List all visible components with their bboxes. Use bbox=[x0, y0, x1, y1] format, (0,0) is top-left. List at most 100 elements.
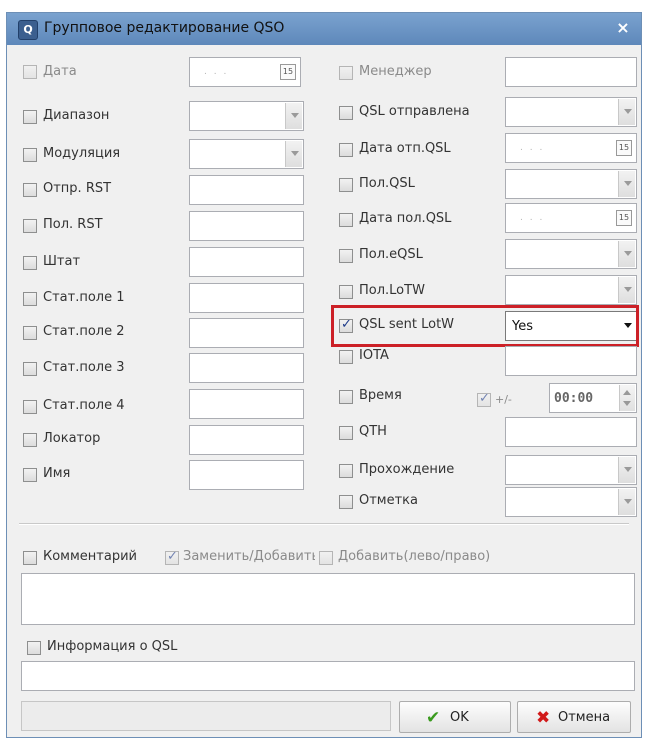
chevron-down-icon bbox=[624, 323, 632, 328]
iota-input[interactable] bbox=[505, 346, 637, 376]
lotw-rcvd-checkbox[interactable] bbox=[339, 285, 353, 299]
qth-label: QTH bbox=[359, 424, 387, 439]
qth-input[interactable] bbox=[505, 417, 637, 447]
ok-button[interactable]: ✔ OK bbox=[399, 701, 511, 733]
chevron-down-icon bbox=[291, 151, 299, 156]
iota-checkbox[interactable] bbox=[339, 350, 353, 364]
add-left-right-label: Добавить(лево/право) bbox=[338, 549, 491, 564]
manager-checkbox[interactable] bbox=[339, 66, 353, 80]
qsl-rcvd-date-checkbox[interactable] bbox=[339, 213, 353, 227]
chevron-down-icon bbox=[624, 287, 632, 292]
stat-field-1-checkbox[interactable] bbox=[23, 292, 37, 306]
qsl-info-input[interactable] bbox=[21, 661, 635, 691]
stat-field-2-label: Стат.поле 2 bbox=[43, 324, 125, 339]
chevron-down-icon bbox=[624, 251, 632, 256]
qsl-rcvd-checkbox[interactable] bbox=[339, 178, 353, 192]
comment-label: Комментарий bbox=[43, 549, 137, 564]
cancel-button[interactable]: ✖ Отмена bbox=[517, 701, 631, 733]
comment-textarea[interactable] bbox=[21, 573, 635, 625]
manager-input[interactable] bbox=[505, 57, 637, 87]
qsl-rcvd-select[interactable] bbox=[505, 169, 637, 199]
time-offset-checkbox[interactable] bbox=[477, 391, 491, 407]
mark-select[interactable] bbox=[505, 487, 637, 517]
name-label: Имя bbox=[43, 466, 71, 481]
calendar-icon[interactable]: 15 bbox=[616, 140, 632, 156]
qsl-sent-date-field[interactable]: . . . 15 bbox=[505, 133, 637, 163]
state-input[interactable] bbox=[189, 247, 304, 277]
add-left-right-checkbox[interactable] bbox=[319, 551, 333, 565]
time-stepper[interactable]: 00:00 bbox=[549, 383, 637, 413]
stat-field-2-input[interactable] bbox=[189, 318, 304, 348]
chevron-down-icon bbox=[624, 181, 632, 186]
comment-checkbox[interactable] bbox=[23, 551, 37, 565]
mode-checkbox[interactable] bbox=[23, 148, 37, 162]
state-label: Штат bbox=[43, 254, 81, 269]
chevron-down-icon bbox=[291, 113, 299, 118]
state-checkbox[interactable] bbox=[23, 256, 37, 270]
mode-label: Модуляция bbox=[43, 146, 121, 161]
propagation-select[interactable] bbox=[505, 455, 637, 485]
band-checkbox[interactable] bbox=[23, 110, 37, 124]
title-bar[interactable]: Q Групповое редактирование QSO × bbox=[7, 13, 641, 45]
date-placeholder: . . . bbox=[520, 213, 545, 223]
lotw-rcvd-select[interactable] bbox=[505, 275, 637, 305]
locator-input[interactable] bbox=[189, 425, 304, 455]
chevron-down-icon bbox=[624, 109, 632, 114]
time-checkbox[interactable] bbox=[339, 390, 353, 404]
stat-field-1-label: Стат.поле 1 bbox=[43, 290, 125, 305]
rcvd-rst-label: Пол. RST bbox=[43, 217, 103, 232]
name-input[interactable] bbox=[189, 460, 304, 490]
separator bbox=[19, 523, 629, 525]
stat-field-1-input[interactable] bbox=[189, 283, 304, 313]
qsl-sent-date-label: Дата отп.QSL bbox=[359, 141, 451, 156]
calendar-icon[interactable]: 15 bbox=[280, 64, 296, 80]
eqsl-rcvd-checkbox[interactable] bbox=[339, 249, 353, 263]
sent-rst-input[interactable] bbox=[189, 175, 304, 205]
dialog-title: Групповое редактирование QSO bbox=[44, 20, 285, 36]
status-box bbox=[21, 701, 391, 731]
band-select[interactable] bbox=[189, 101, 304, 131]
qsl-sent-checkbox[interactable] bbox=[339, 106, 353, 120]
app-icon: Q bbox=[18, 20, 38, 40]
time-label: Время bbox=[359, 388, 402, 403]
qsl-sent-select[interactable] bbox=[505, 97, 637, 127]
propagation-checkbox[interactable] bbox=[339, 464, 353, 478]
eqsl-rcvd-label: Пол.eQSL bbox=[359, 247, 423, 262]
date-placeholder: . . . bbox=[204, 67, 229, 77]
sent-rst-checkbox[interactable] bbox=[23, 183, 37, 197]
qth-checkbox[interactable] bbox=[339, 426, 353, 440]
qsl-sent-date-checkbox[interactable] bbox=[339, 143, 353, 157]
group-edit-qso-dialog: Q Групповое редактирование QSO × Дата . … bbox=[6, 12, 642, 738]
spinner-arrows[interactable] bbox=[619, 385, 635, 411]
rcvd-rst-checkbox[interactable] bbox=[23, 219, 37, 233]
stat-field-4-label: Стат.поле 4 bbox=[43, 398, 125, 413]
ok-label: OK bbox=[450, 710, 469, 725]
name-checkbox[interactable] bbox=[23, 468, 37, 482]
qsl-rcvd-date-field[interactable]: . . . 15 bbox=[505, 203, 637, 233]
calendar-icon[interactable]: 15 bbox=[616, 210, 632, 226]
date-field[interactable]: . . . 15 bbox=[189, 57, 301, 87]
mark-checkbox[interactable] bbox=[339, 495, 353, 509]
replace-add-checkbox[interactable] bbox=[165, 549, 179, 565]
qsl-info-checkbox[interactable] bbox=[27, 641, 41, 655]
stat-field-2-checkbox[interactable] bbox=[23, 326, 37, 340]
date-checkbox[interactable] bbox=[23, 65, 37, 79]
time-offset-label: +/- bbox=[495, 393, 512, 406]
close-button[interactable]: × bbox=[613, 18, 633, 38]
mode-select[interactable] bbox=[189, 139, 304, 169]
sent-rst-label: Отпр. RST bbox=[43, 181, 112, 196]
stat-field-4-checkbox[interactable] bbox=[23, 400, 37, 414]
iota-label: IOTA bbox=[359, 348, 389, 363]
date-placeholder: . . . bbox=[520, 143, 545, 153]
stat-field-4-input[interactable] bbox=[189, 389, 304, 419]
stat-field-3-input[interactable] bbox=[189, 353, 304, 383]
rcvd-rst-input[interactable] bbox=[189, 211, 304, 241]
eqsl-rcvd-select[interactable] bbox=[505, 239, 637, 269]
lotw-rcvd-label: Пол.LoTW bbox=[359, 283, 425, 298]
stat-field-3-checkbox[interactable] bbox=[23, 362, 37, 376]
chevron-down-icon bbox=[624, 467, 632, 472]
time-value: 00:00 bbox=[554, 391, 594, 406]
locator-checkbox[interactable] bbox=[23, 433, 37, 447]
locator-label: Локатор bbox=[43, 431, 101, 446]
qsl-rcvd-date-label: Дата пол.QSL bbox=[359, 211, 452, 226]
